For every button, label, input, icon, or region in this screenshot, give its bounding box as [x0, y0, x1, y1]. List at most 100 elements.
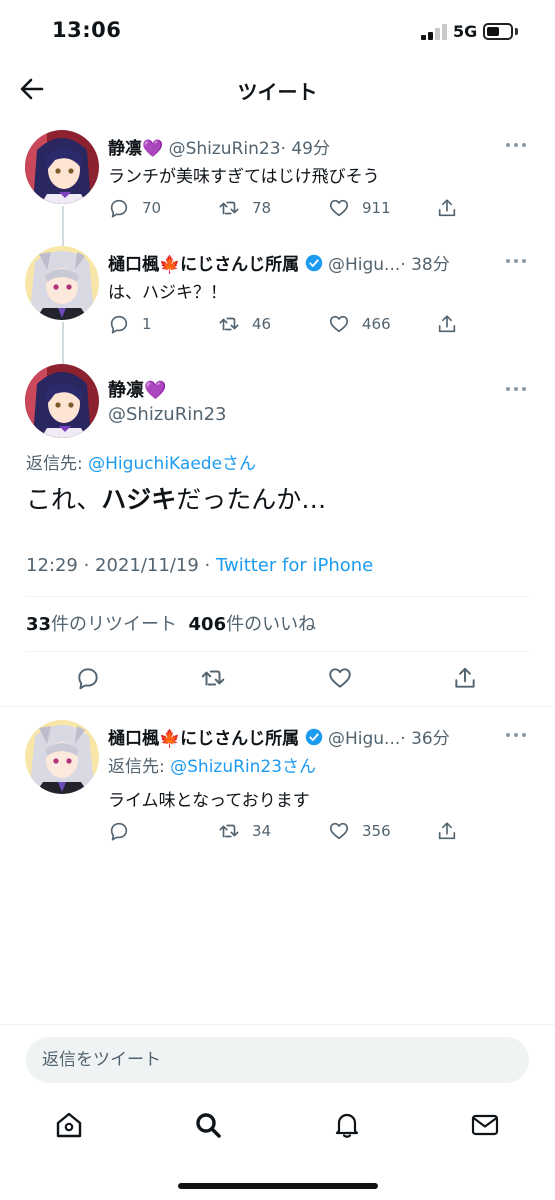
heart-icon	[329, 668, 351, 688]
reply-button[interactable]	[75, 666, 101, 690]
like-button[interactable]: 911	[328, 196, 391, 220]
retweet-count: 34	[252, 822, 272, 840]
tweet-author-handle[interactable]: @Higu...	[328, 729, 400, 749]
tweet-text: ライム味となっております	[108, 791, 310, 811]
more-icon[interactable]	[505, 386, 527, 392]
retweet-button[interactable]: 34	[218, 819, 271, 843]
status-time: 13:06	[52, 18, 122, 42]
reply-to-label: 返信先:	[26, 454, 89, 474]
reply-to-handle[interactable]: @ShizuRin23さん	[170, 757, 316, 777]
retweet-count: 78	[252, 199, 272, 217]
reply-to-handle[interactable]: @HiguchiKaedeさん	[88, 454, 256, 474]
tweet-author-handle[interactable]: @Higu...	[328, 255, 400, 275]
tweet-author-handle[interactable]: @ShizuRin23	[108, 404, 227, 425]
retweet-button[interactable]	[200, 666, 226, 690]
tweet-time: · 49分	[280, 139, 330, 159]
search-icon[interactable]	[193, 1110, 223, 1140]
like-stat[interactable]: 406件のいいね	[189, 614, 317, 635]
like-count: 466	[362, 315, 391, 333]
nav-header: ツイート	[0, 64, 555, 114]
retweet-button[interactable]: 46	[218, 312, 271, 336]
tweet-text: これ、ハジキだったんか…	[26, 480, 326, 516]
heart-icon	[329, 822, 349, 840]
tweet-author-name[interactable]: 静凛💜	[108, 376, 166, 402]
avatar[interactable]	[25, 364, 99, 438]
tweet-actions: 34 356	[108, 819, 468, 843]
more-icon[interactable]	[505, 732, 527, 738]
tweet-text-bold: ハジキ	[101, 485, 177, 514]
reply-bar	[0, 1024, 555, 1104]
retweet-stat-label: 件のリツイート	[51, 614, 178, 635]
tweet-text: は、ハジキ？！	[108, 283, 227, 303]
share-icon	[438, 199, 456, 217]
network-type: 5G	[453, 22, 478, 41]
reply-count: 70	[142, 199, 162, 217]
divider	[0, 706, 555, 707]
retweet-stat-count: 33	[26, 614, 52, 635]
retweet-stat[interactable]: 33件のリツイート	[26, 614, 177, 635]
bell-icon[interactable]	[332, 1110, 362, 1140]
retweet-icon	[219, 824, 239, 838]
tweet[interactable]: 静凛💜 @ShizuRin23· 49分 ランチが美味すぎてはじけ飛びそう 70…	[0, 128, 555, 228]
tweet[interactable]: 樋口楓🍁にじさんじ所属 @Higu...· 36分 返信先: @ShizuRin…	[0, 718, 555, 858]
like-count: 356	[362, 822, 391, 840]
share-button[interactable]	[436, 819, 458, 843]
more-icon[interactable]	[505, 258, 527, 264]
divider	[26, 651, 529, 652]
home-icon[interactable]	[54, 1110, 84, 1140]
share-button[interactable]	[436, 196, 458, 220]
tweet-author-name[interactable]: 静凛💜	[108, 139, 163, 159]
verified-badge-icon	[305, 254, 322, 272]
tweet-text-part: これ、	[26, 485, 102, 514]
reply-button[interactable]	[108, 819, 130, 843]
tweet-time: · 36分	[400, 729, 450, 749]
like-button[interactable]	[327, 666, 353, 690]
status-bar: 13:06 5G	[0, 0, 555, 64]
verified-badge-icon	[305, 728, 322, 746]
reply-button[interactable]: 70	[108, 196, 161, 220]
like-stat-label: 件のいいね	[226, 614, 317, 635]
battery-icon	[483, 23, 513, 40]
share-button[interactable]	[452, 666, 478, 690]
like-count: 911	[362, 199, 391, 217]
like-button[interactable]: 466	[328, 312, 391, 336]
reply-icon	[78, 668, 98, 690]
more-icon[interactable]	[505, 142, 527, 148]
tweet-text: ランチが美味すぎてはじけ飛びそう	[108, 167, 380, 187]
reply-icon	[110, 822, 128, 841]
reply-to-label: 返信先:	[108, 757, 171, 777]
tweet-author-name[interactable]: 樋口楓🍁にじさんじ所属	[108, 729, 299, 749]
retweet-icon	[219, 201, 239, 215]
tweet-timestamp: 12:29 · 2021/11/19 · Twitter for iPhone	[26, 555, 373, 576]
page-title: ツイート	[237, 80, 318, 104]
tweet-text-part: だったんか…	[176, 485, 327, 514]
tweet-author-handle[interactable]: @ShizuRin23	[169, 139, 281, 159]
share-icon	[438, 822, 456, 840]
focused-tweet-actions	[0, 666, 555, 694]
heart-icon	[329, 199, 349, 217]
retweet-button[interactable]: 78	[218, 196, 271, 220]
retweet-count: 46	[252, 315, 272, 333]
share-icon	[438, 315, 456, 333]
reply-icon	[110, 199, 128, 218]
timestamp-text: 12:29 · 2021/11/19 ·	[26, 555, 216, 576]
like-button[interactable]: 356	[328, 819, 391, 843]
tweet-source-link[interactable]: Twitter for iPhone	[216, 555, 373, 576]
tweet[interactable]: 樋口楓🍁にじさんじ所属 @Higu...· 38分 は、ハジキ？！ 1 46 4…	[0, 244, 555, 344]
tweet-time: · 38分	[400, 255, 450, 275]
share-button[interactable]	[436, 312, 458, 336]
reply-to-line: 返信先: @ShizuRin23さん	[108, 752, 316, 777]
retweet-icon	[201, 670, 225, 686]
retweet-icon	[219, 317, 239, 331]
tweet-actions: 70 78 911	[108, 196, 468, 220]
reply-button[interactable]: 1	[108, 312, 152, 336]
like-stat-count: 406	[188, 614, 227, 635]
reply-input[interactable]	[26, 1037, 529, 1083]
mail-icon[interactable]	[470, 1110, 500, 1140]
tweet-stats: 33件のリツイート 406件のいいね	[26, 610, 316, 636]
divider	[26, 596, 529, 597]
heart-icon	[329, 315, 349, 333]
reply-to-line: 返信先: @HiguchiKaedeさん	[26, 449, 256, 474]
tweet-author-name[interactable]: 樋口楓🍁にじさんじ所属	[108, 255, 299, 275]
share-icon	[455, 667, 475, 688]
